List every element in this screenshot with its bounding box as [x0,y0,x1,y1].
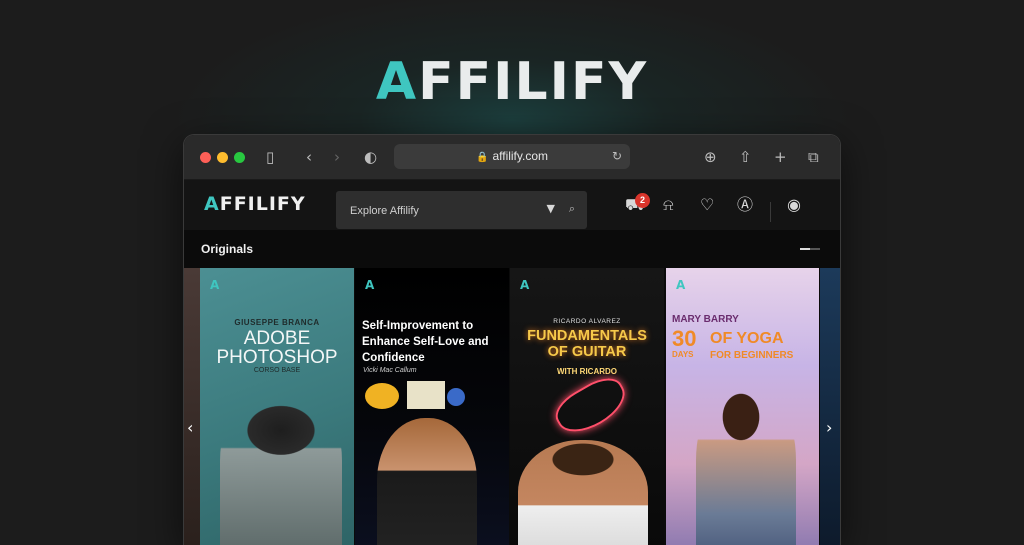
pager-active [800,248,810,250]
carousel-prev-arrow-icon[interactable]: ‹ [187,418,193,437]
instructor-photo [377,418,477,545]
card-brand-icon: A [676,278,686,292]
address-bar[interactable]: 🔒 affilify.com ↻ [394,144,630,169]
browser-window: ▯ ‹ › ◐ 🔒 affilify.com ↻ ⊕ ⇧ + ⧉ AFFILIFY… [184,135,840,545]
reload-icon[interactable]: ↻ [612,144,622,169]
carousel: A GIUSEPPE BRANCA ADOBE PHOTOSHOP CORSO B… [184,268,840,545]
carousel-next-arrow-icon[interactable]: › [826,418,832,437]
share-icon[interactable]: ⇧ [739,147,752,167]
card-title: OF YOGA [710,330,784,347]
card-subtitle: CORSO BASE [253,367,301,374]
download-icon[interactable]: ⊕ [704,147,717,167]
heart-icon[interactable]: ♡ [700,196,714,214]
instructor-photo [696,380,796,545]
card-title: Self-Improvement to Enhance Self-Love an… [362,320,489,364]
close-window-button[interactable] [200,152,211,163]
instructor-photo [518,440,648,545]
card-title-line-1: FUNDAMENTALS [527,328,647,344]
award-badge-icon [365,383,399,409]
card-brand-icon: A [365,278,375,292]
user-icon[interactable]: ◉ [787,196,801,214]
search-box: ▼ ⌕ [336,191,587,231]
cart-count-badge: 2 [635,193,650,208]
card-author: GIUSEPPE BRANCA [234,318,320,327]
forward-icon[interactable]: › [334,147,340,167]
carousel-pager[interactable] [800,248,820,250]
affilify-icon[interactable]: Ⓐ [737,196,753,214]
sidebar-icon[interactable]: ▯ [266,147,274,167]
plus-icon[interactable]: + [774,147,787,167]
lock-icon: 🔒 [475,152,489,163]
minimize-window-button[interactable] [217,152,228,163]
card-subtitle: WITH RICARDO [557,367,617,376]
url-text: affilify.com [492,149,549,163]
course-card[interactable]: A Self-Improvement to Enhance Self-Love … [355,268,509,545]
hero-logo-text: FFILIFY [418,52,649,112]
zoom-window-button[interactable] [234,152,245,163]
card-day-count: 30 [672,326,697,351]
card-brand-icon: A [210,278,220,292]
bell-icon[interactable]: ⍾ [663,196,674,214]
card-title-line-2: OF GUITAR [547,344,627,360]
search-input[interactable] [348,191,532,231]
instructor-photo [220,380,342,545]
site-logo-text: FFILIFY [219,193,306,215]
hero-logo-mark: A [375,52,419,112]
course-card[interactable]: A MARY BARRY 30 DAYS OF YOGA FOR BEGINNE… [666,268,819,545]
site-logo-mark: A [204,193,220,215]
card-title-line-2: PHOTOSHOP [216,347,338,368]
card-title: ADOBE PHOTOSHOP [200,329,354,367]
card-title: FUNDAMENTALS OF GUITAR [510,328,664,360]
course-card[interactable]: A GIUSEPPE BRANCA ADOBE PHOTOSHOP CORSO B… [200,268,354,545]
back-icon[interactable]: ‹ [306,147,312,167]
hero-logo: AFFILIFY [0,52,1024,112]
card-days-label: DAYS [672,350,694,359]
card-subtitle: FOR BEGINNERS [710,350,794,361]
site-logo[interactable]: AFFILIFY [204,193,306,215]
search-icon[interactable]: ⌕ [569,202,575,216]
card-author: MARY BARRY [672,314,739,325]
filter-icon[interactable]: ▼ [547,202,555,215]
site-header: AFFILIFY ▼ ⌕ ⛟ 2 ⍾ ♡ Ⓐ ◉ [184,180,840,231]
tabs-icon[interactable]: ⧉ [808,147,819,167]
certificate-icon [407,381,445,409]
card-author: RICARDO ALVAREZ [553,318,621,325]
course-card[interactable]: A RICARDO ALVAREZ FUNDAMENTALS OF GUITAR … [510,268,664,545]
header-divider [770,202,771,222]
globe-icon [447,388,465,406]
neon-guitar-icon [548,370,634,442]
card-peek-right[interactable] [820,268,840,545]
card-peek-left[interactable] [184,268,200,545]
browser-toolbar: ▯ ‹ › ◐ 🔒 affilify.com ↻ ⊕ ⇧ + ⧉ [184,135,840,180]
section-title: Originals [201,242,254,256]
card-brand-icon: A [520,278,530,292]
shield-icon[interactable]: ◐ [364,147,377,167]
card-author: Vicki Mac Callum [363,367,417,374]
card-title-line-1: ADOBE [243,328,311,349]
